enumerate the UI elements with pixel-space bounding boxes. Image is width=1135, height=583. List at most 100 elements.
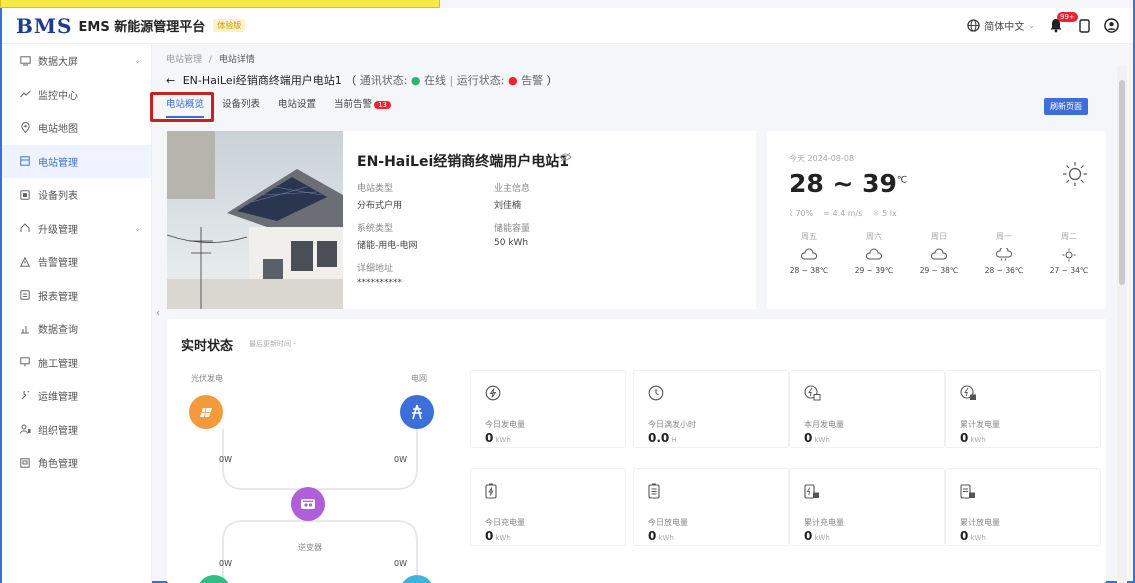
sun-icon xyxy=(1062,161,1088,190)
weather-temp-unit: ℃ xyxy=(896,175,908,186)
forecast-day-label: 周日 xyxy=(931,232,947,241)
sidebar-item-data-query[interactable]: 数据查询 xyxy=(2,312,151,346)
upgrade-icon xyxy=(19,222,31,234)
sidebar-item-alarm-management[interactable]: 告警管理 xyxy=(2,245,151,279)
forecast-day: 周一 28 ~ 36℃ xyxy=(974,231,1034,275)
sidebar-item-org-management[interactable]: 组织管理 xyxy=(2,413,151,447)
battery-total-charge-icon xyxy=(804,483,820,502)
pv-power-value: 0W xyxy=(219,455,232,464)
breadcrumb: 电站管理 / 电站详情 xyxy=(166,52,255,65)
field-value: 分布式户用 xyxy=(357,201,403,211)
logo: BMS xyxy=(16,13,73,38)
scrollbar-thumb[interactable] xyxy=(1119,80,1125,285)
battery-charge-icon xyxy=(485,483,497,502)
system-type-field: 系统类型 储能-用电-电网 xyxy=(357,221,418,251)
weather-stats: ⌇ 70% ≈ 4.4 m/s ☼ 5 lx xyxy=(789,209,897,218)
sidebar-collapse-icon[interactable]: ‹ xyxy=(156,308,160,319)
tab-device-list[interactable]: 设备列表 xyxy=(222,96,260,118)
stat-label: 今日充电量 xyxy=(485,518,525,527)
weather-temp-value: 28 ~ 39 xyxy=(789,169,897,198)
sidebar-item-station-map[interactable]: 电站地图 xyxy=(2,111,151,145)
device-icon[interactable] xyxy=(1079,18,1090,33)
lightning-calendar-icon xyxy=(804,385,821,404)
report-icon xyxy=(19,289,31,301)
owner-field: 业主信息 刘佳楠 xyxy=(494,181,530,211)
sidebar-item-label: 数据大屏 xyxy=(38,57,78,69)
title-paren-close: ） xyxy=(546,74,558,87)
notification-button[interactable]: 99+ xyxy=(1049,11,1078,34)
forecast-day: 周五 28 ~ 38℃ xyxy=(779,231,839,275)
sidebar-item-label: 升级管理 xyxy=(38,224,78,236)
weather-date: 今天 2024-08-08 xyxy=(789,154,855,163)
power-tower-icon[interactable] xyxy=(400,395,434,429)
capacity-field: 储能容量 50 kWh xyxy=(494,221,530,248)
stat-label: 累计发电量 xyxy=(960,420,1000,429)
stat-month-generation: 本月发电量 0 kWh xyxy=(789,370,945,448)
stat-number: 0 xyxy=(485,529,494,543)
sidebar-item-station-management[interactable]: 电站管理 xyxy=(2,144,151,178)
cloudy-sun-icon xyxy=(844,248,904,262)
tab-current-alarms[interactable]: 当前告警 13 xyxy=(334,96,391,118)
top-highlight-strip xyxy=(0,0,440,8)
refresh-page-button[interactable]: 刷新页面 xyxy=(1044,98,1088,115)
tab-station-settings[interactable]: 电站设置 xyxy=(278,96,316,118)
chevron-down-icon: ⌄ xyxy=(1028,21,1035,30)
tab-label: 当前告警 xyxy=(334,99,373,110)
language-selector[interactable]: 简体中文 ⌄ xyxy=(967,18,1035,33)
sidebar-item-label: 监控中心 xyxy=(38,90,78,102)
sidebar-item-label: 数据查询 xyxy=(38,325,78,337)
eye-hidden-icon[interactable] xyxy=(559,152,572,165)
sidebar-item-label: 报表管理 xyxy=(38,291,78,303)
location-icon xyxy=(19,122,31,134)
light-value: 5 lx xyxy=(882,209,897,218)
forecast-range: 27 ~ 34℃ xyxy=(1049,266,1089,275)
sidebar-item-construction-management[interactable]: 施工管理 xyxy=(2,346,151,380)
sun-icon xyxy=(1039,248,1099,262)
sidebar-item-label: 电站地图 xyxy=(38,124,78,136)
forecast-day-label: 周二 xyxy=(1061,232,1077,241)
sidebar-item-data-screen[interactable]: 数据大屏 ⌄ xyxy=(2,44,151,78)
stat-label: 累计充电量 xyxy=(804,518,844,527)
stat-total-charge: 累计充电量 0 kWh xyxy=(789,468,945,546)
station-name: EN-HaiLei经销商终端用户电站1 xyxy=(357,154,570,170)
stat-value: 0 kWh xyxy=(648,529,674,543)
solar-panel-icon[interactable] xyxy=(189,395,223,429)
stat-value: 0 kWh xyxy=(485,431,511,445)
stat-today-generation: 今日发电量 0 kWh xyxy=(470,370,626,448)
breadcrumb-root[interactable]: 电站管理 xyxy=(166,55,202,65)
stat-label: 今日发电量 xyxy=(485,420,525,429)
sidebar-item-report-management[interactable]: 报表管理 xyxy=(2,279,151,313)
grid-label: 电网 xyxy=(411,374,427,383)
user-avatar-icon[interactable] xyxy=(1104,18,1119,33)
sidebar-item-device-list[interactable]: 设备列表 xyxy=(2,178,151,212)
wind-icon: ≈ xyxy=(823,209,830,218)
sidebar-item-maintenance-management[interactable]: 运维管理 xyxy=(2,379,151,413)
forecast-day-label: 周五 xyxy=(801,232,817,241)
stat-number: 0 xyxy=(804,529,813,543)
top-header: BMS EMS 新能源管理平台 体验版 简体中文 ⌄ 99+ xyxy=(2,8,1133,44)
cloudy-sun-icon xyxy=(779,248,839,262)
field-label: 系统类型 xyxy=(357,224,394,234)
stat-unit: kWh xyxy=(814,436,830,444)
stat-unit: kWh xyxy=(495,436,511,444)
weather-temp: 28 ~ 39℃ xyxy=(789,169,907,198)
inverter-icon[interactable] xyxy=(291,487,325,521)
sidebar-item-upgrade-management[interactable]: 升级管理 ⌄ xyxy=(2,212,151,246)
back-arrow-icon[interactable]: ← xyxy=(166,74,175,87)
sidebar-item-role-management[interactable]: 角色管理 xyxy=(2,446,151,480)
stat-value: 0 kWh xyxy=(960,431,986,445)
chevron-down-icon: ⌄ xyxy=(134,223,141,233)
stat-value: 0.0 H xyxy=(648,431,677,445)
sidebar-item-monitor-center[interactable]: 监控中心 xyxy=(2,78,151,112)
maintenance-icon xyxy=(19,390,31,402)
lightning-circle-icon xyxy=(485,385,501,404)
sidebar-item-label: 施工管理 xyxy=(38,358,78,370)
pv-label: 光伏发电 xyxy=(191,374,223,383)
stat-number: 0 xyxy=(960,431,969,445)
weather-card: 今天 2024-08-08 28 ~ 39℃ ⌇ 70% ≈ 4.4 m/s ☼… xyxy=(767,131,1106,309)
field-label: 电站类型 xyxy=(357,184,394,194)
rain-cloud-icon xyxy=(974,246,1034,262)
highlight-box xyxy=(150,92,214,122)
role-icon xyxy=(19,457,31,469)
station-type-field: 电站类型 分布式户用 xyxy=(357,181,402,211)
